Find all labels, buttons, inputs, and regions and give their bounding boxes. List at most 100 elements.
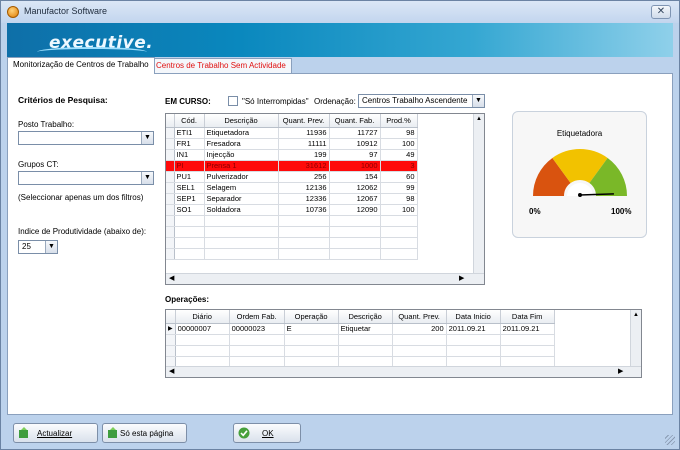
table-header-row: Diário Ordem Fab. Operação Descrição Qua… xyxy=(166,310,555,324)
table-row[interactable]: SEL1 Selagem 12136 12062 99 xyxy=(166,182,418,194)
table-cell: SEP1 xyxy=(174,193,205,205)
table-row[interactable]: IN1 Injecção 199 97 49 xyxy=(166,149,418,161)
table-cell: 12062 xyxy=(329,182,381,194)
scroll-right-icon[interactable]: ▶ xyxy=(459,274,464,284)
actualizar-button[interactable]: Actualizar xyxy=(13,423,98,443)
empty-cell xyxy=(500,334,555,346)
chevron-down-icon[interactable]: ▼ xyxy=(45,241,57,253)
column-header-operacao[interactable]: Operação xyxy=(284,310,339,324)
empty-cell xyxy=(229,345,285,357)
empty-cell xyxy=(380,248,418,260)
empty-cell xyxy=(329,226,381,238)
tab-monitorizacao[interactable]: Monitorização de Centros de Trabalho xyxy=(7,57,155,74)
column-header-quant-prev[interactable]: Quant. Prev. xyxy=(278,114,330,128)
close-button[interactable]: ✕ xyxy=(651,5,671,19)
em-curso-table: Cód. Descrição Quant. Prev. Quant. Fab. … xyxy=(166,114,418,260)
table-row[interactable]: PI Prensa 1 31612 1000 3 xyxy=(166,160,418,172)
row-selector-header xyxy=(166,114,175,128)
table-row[interactable]: FR1 Fresadora 11111 10912 100 xyxy=(166,138,418,150)
window-title: Manufactor Software xyxy=(24,6,108,16)
column-header-descricao[interactable]: Descrição xyxy=(338,310,393,324)
ok-button[interactable]: OK xyxy=(233,423,301,443)
empty-row xyxy=(166,226,418,238)
row-selector[interactable] xyxy=(166,149,175,161)
ordenacao-select[interactable]: Centros Trabalho Ascendente ▼ xyxy=(358,94,485,108)
empty-cell xyxy=(278,226,330,238)
column-header-quant-fab[interactable]: Quant. Fab. xyxy=(329,114,381,128)
table-row[interactable]: SEP1 Separador 12336 12067 98 xyxy=(166,193,418,205)
em-curso-heading: EM CURSO: xyxy=(165,97,211,106)
row-selector[interactable] xyxy=(166,138,175,150)
column-header-data-inicio[interactable]: Data Inicio xyxy=(446,310,501,324)
tab-panel: Critérios de Pesquisa: Posto Trabalho: ▼… xyxy=(7,73,673,415)
column-header-cod[interactable]: Cód. xyxy=(174,114,205,128)
scroll-up-icon[interactable]: ▲ xyxy=(474,116,484,122)
empty-cell xyxy=(329,237,381,249)
chevron-down-icon[interactable]: ▼ xyxy=(141,172,153,184)
column-header-descricao[interactable]: Descrição xyxy=(204,114,279,128)
row-selector[interactable] xyxy=(166,182,175,194)
grupos-select[interactable]: ▼ xyxy=(18,171,154,185)
column-header-ordem-fab[interactable]: Ordem Fab. xyxy=(229,310,285,324)
chevron-down-icon[interactable]: ▼ xyxy=(472,95,484,107)
scroll-right-icon[interactable]: ▶ xyxy=(618,367,623,377)
column-header-data-fim[interactable]: Data Fim xyxy=(500,310,555,324)
resize-grip-icon[interactable] xyxy=(665,435,675,445)
empty-cell xyxy=(446,334,501,346)
table-row[interactable]: ETI1 Etiquetadora 11936 11727 98 xyxy=(166,127,418,139)
em-curso-hscroll[interactable]: ◀ ▶ xyxy=(166,273,484,284)
scroll-left-icon[interactable]: ◀ xyxy=(169,367,174,377)
brand-header: executive. xyxy=(7,23,673,57)
check-icon xyxy=(238,427,250,439)
table-header-row: Cód. Descrição Quant. Prev. Quant. Fab. … xyxy=(166,114,418,128)
operacoes-rows: ▶ 00000007 00000023 E Etiquetar 200 2011.09.21… xyxy=(166,323,555,368)
empty-cell xyxy=(380,215,418,227)
scroll-left-icon[interactable]: ◀ xyxy=(169,274,174,284)
row-selector[interactable] xyxy=(166,204,175,216)
table-cell: 12067 xyxy=(329,193,381,205)
so-esta-pagina-button[interactable]: Só esta página xyxy=(102,423,187,443)
column-header-diario[interactable]: Diário xyxy=(175,310,230,324)
tab-sem-actividade[interactable]: Centros de Trabalho Sem Actividade xyxy=(150,58,292,73)
empty-row xyxy=(166,237,418,249)
filters-hint: (Seleccionar apenas um dos filtros) xyxy=(18,193,144,202)
posto-select[interactable]: ▼ xyxy=(18,131,154,145)
indice-label: Indice de Produtividade (abaixo de): xyxy=(18,227,147,236)
chevron-down-icon[interactable]: ▼ xyxy=(141,132,153,144)
table-cell: 97 xyxy=(329,149,381,161)
table-row[interactable]: PU1 Pulverizador 256 154 60 xyxy=(166,171,418,183)
column-header-prod[interactable]: Prod.% xyxy=(380,114,418,128)
so-esta-pagina-label: Só esta página xyxy=(120,429,174,438)
indice-select[interactable]: 25 ▼ xyxy=(18,240,58,254)
operacoes-table: Diário Ordem Fab. Operação Descrição Qua… xyxy=(166,310,555,368)
empty-cell xyxy=(166,226,175,238)
scroll-up-icon[interactable]: ▲ xyxy=(631,312,641,318)
table-cell: PI xyxy=(174,160,205,172)
table-row[interactable]: ▶ 00000007 00000023 E Etiquetar 200 2011.09.21… xyxy=(166,323,555,335)
row-selector[interactable] xyxy=(166,171,175,183)
row-selector[interactable] xyxy=(166,127,175,139)
table-cell: Selagem xyxy=(204,182,279,194)
empty-cell xyxy=(174,248,205,260)
operacoes-vscroll[interactable]: ▲ xyxy=(630,310,641,368)
row-selector[interactable] xyxy=(166,193,175,205)
table-cell: SEL1 xyxy=(174,182,205,194)
column-header-quant-prev[interactable]: Quant. Prev. xyxy=(392,310,447,324)
operacoes-hscroll[interactable]: ◀ ▶ xyxy=(166,366,641,377)
table-cell: 2011.09.21 xyxy=(500,323,555,335)
table-row[interactable]: SO1 Soldadora 10736 12090 100 xyxy=(166,204,418,216)
em-curso-vscroll[interactable]: ▲ xyxy=(473,114,484,275)
empty-cell xyxy=(166,215,175,227)
empty-cell xyxy=(166,237,175,249)
title-bar: Manufactor Software ✕ xyxy=(1,1,679,23)
empty-cell xyxy=(278,248,330,260)
row-selector[interactable] xyxy=(166,160,175,172)
filters-heading: Critérios de Pesquisa: xyxy=(18,95,108,105)
so-interrompidas-checkbox[interactable] xyxy=(228,96,238,106)
empty-cell xyxy=(166,334,176,346)
table-cell: Injecção xyxy=(204,149,279,161)
empty-row xyxy=(166,248,418,260)
table-cell: PU1 xyxy=(174,171,205,183)
current-row-icon[interactable]: ▶ xyxy=(166,323,176,335)
table-cell: 10912 xyxy=(329,138,381,150)
